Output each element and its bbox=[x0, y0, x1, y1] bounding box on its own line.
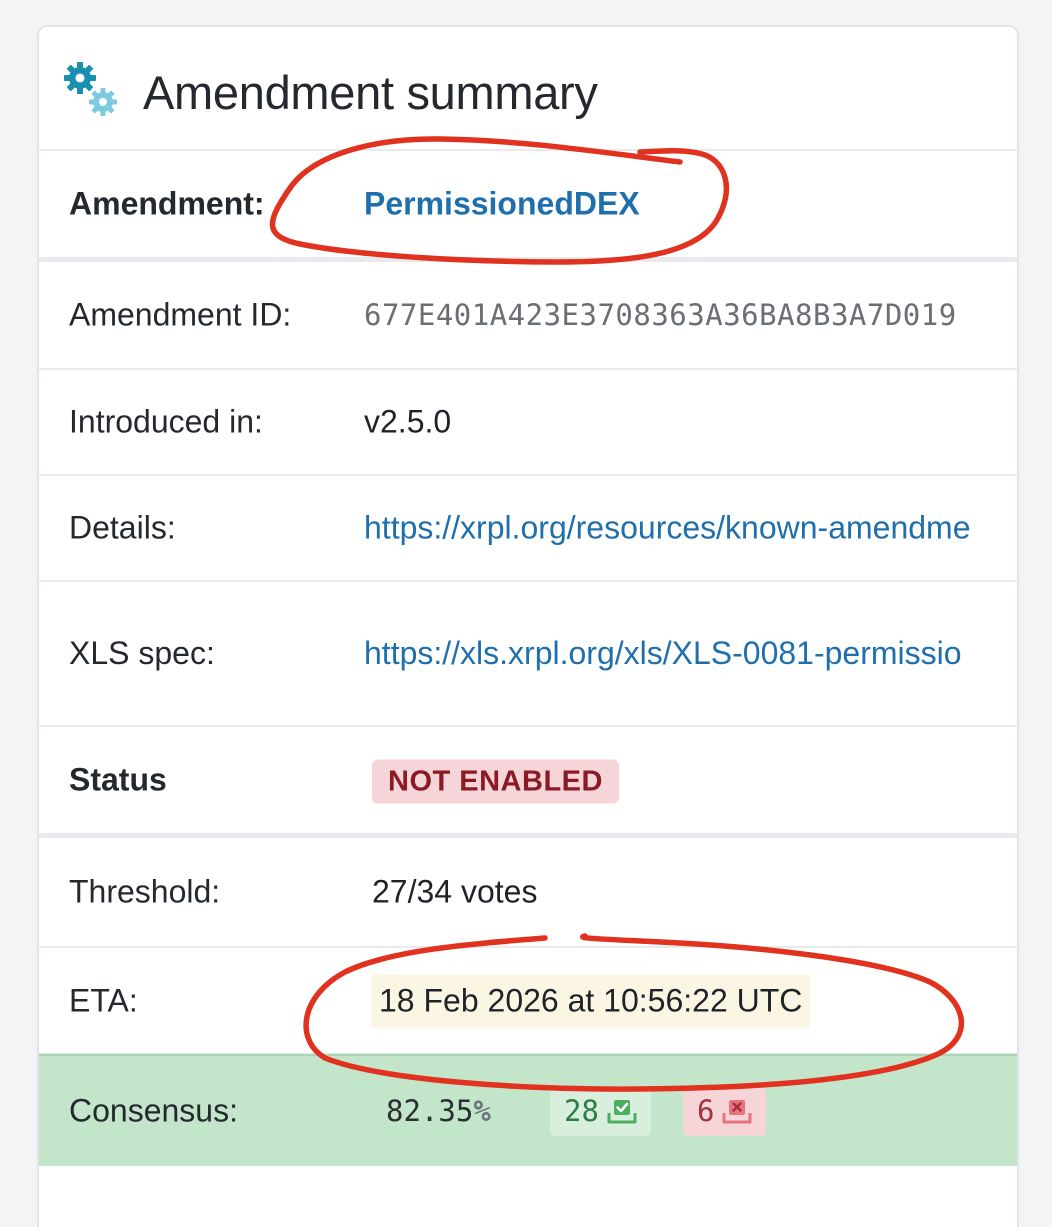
ballot-check-icon bbox=[607, 1100, 637, 1124]
amendment-label: Amendment: bbox=[69, 185, 265, 222]
gears-icon bbox=[64, 62, 117, 116]
row-amendment: Amendment: PermissionedDEX bbox=[39, 151, 1017, 259]
row-introduced-in: Introduced in: v2.5.0 bbox=[39, 370, 1017, 476]
row-status: Status NOT ENABLED bbox=[39, 727, 1017, 835]
status-label: Status bbox=[69, 761, 167, 798]
eta-value: 18 Feb 2026 at 10:56:22 UTC bbox=[371, 974, 811, 1027]
consensus-percent-value: 82.35 bbox=[386, 1094, 474, 1128]
row-details: Details: https://xrpl.org/resources/know… bbox=[39, 476, 1017, 582]
card-title: Amendment summary bbox=[143, 66, 598, 119]
card-header: Amendment summary bbox=[39, 27, 1017, 151]
threshold-value: 27/34 votes bbox=[372, 873, 538, 910]
amendment-id-value: 677E401A423E3708363A36BA8B3A7D019 bbox=[364, 298, 957, 332]
no-votes-count: 6 bbox=[697, 1094, 715, 1128]
yes-votes-count: 28 bbox=[564, 1094, 599, 1128]
row-consensus: Consensus: 82.35% 28 6 bbox=[39, 1054, 1017, 1166]
introduced-in-value: v2.5.0 bbox=[364, 403, 452, 440]
row-amendment-id: Amendment ID: 677E401A423E3708363A36BA8B… bbox=[39, 257, 1017, 370]
amendment-id-label: Amendment ID: bbox=[69, 296, 292, 333]
details-link[interactable]: https://xrpl.org/resources/known-amendme bbox=[364, 510, 970, 547]
amendment-name-link[interactable]: PermissionedDEX bbox=[364, 186, 640, 223]
consensus-percent: 82.35% bbox=[386, 1094, 491, 1128]
consensus-label: Consensus: bbox=[69, 1092, 238, 1129]
xls-spec-link[interactable]: https://xls.xrpl.org/xls/XLS-0081-permis… bbox=[364, 635, 962, 672]
amendment-summary-card: Amendment summary Amendment: Permissione… bbox=[37, 25, 1019, 1227]
row-threshold: Threshold: 27/34 votes bbox=[39, 833, 1017, 948]
details-label: Details: bbox=[69, 509, 176, 546]
row-xls-spec: XLS spec: https://xls.xrpl.org/xls/XLS-0… bbox=[39, 582, 1017, 727]
ballot-x-icon bbox=[722, 1100, 752, 1124]
status-value: NOT ENABLED bbox=[372, 759, 619, 804]
threshold-label: Threshold: bbox=[69, 873, 221, 910]
status-badge: NOT ENABLED bbox=[372, 759, 619, 804]
row-eta: ETA: 18 Feb 2026 at 10:56:22 UTC bbox=[39, 948, 1017, 1055]
introduced-in-label: Introduced in: bbox=[69, 403, 263, 440]
yes-votes-pill: 28 bbox=[550, 1086, 651, 1136]
xls-spec-label: XLS spec: bbox=[69, 635, 215, 671]
eta-label: ETA: bbox=[69, 982, 138, 1018]
percent-sign: % bbox=[473, 1094, 491, 1128]
no-votes-pill: 6 bbox=[683, 1086, 767, 1136]
